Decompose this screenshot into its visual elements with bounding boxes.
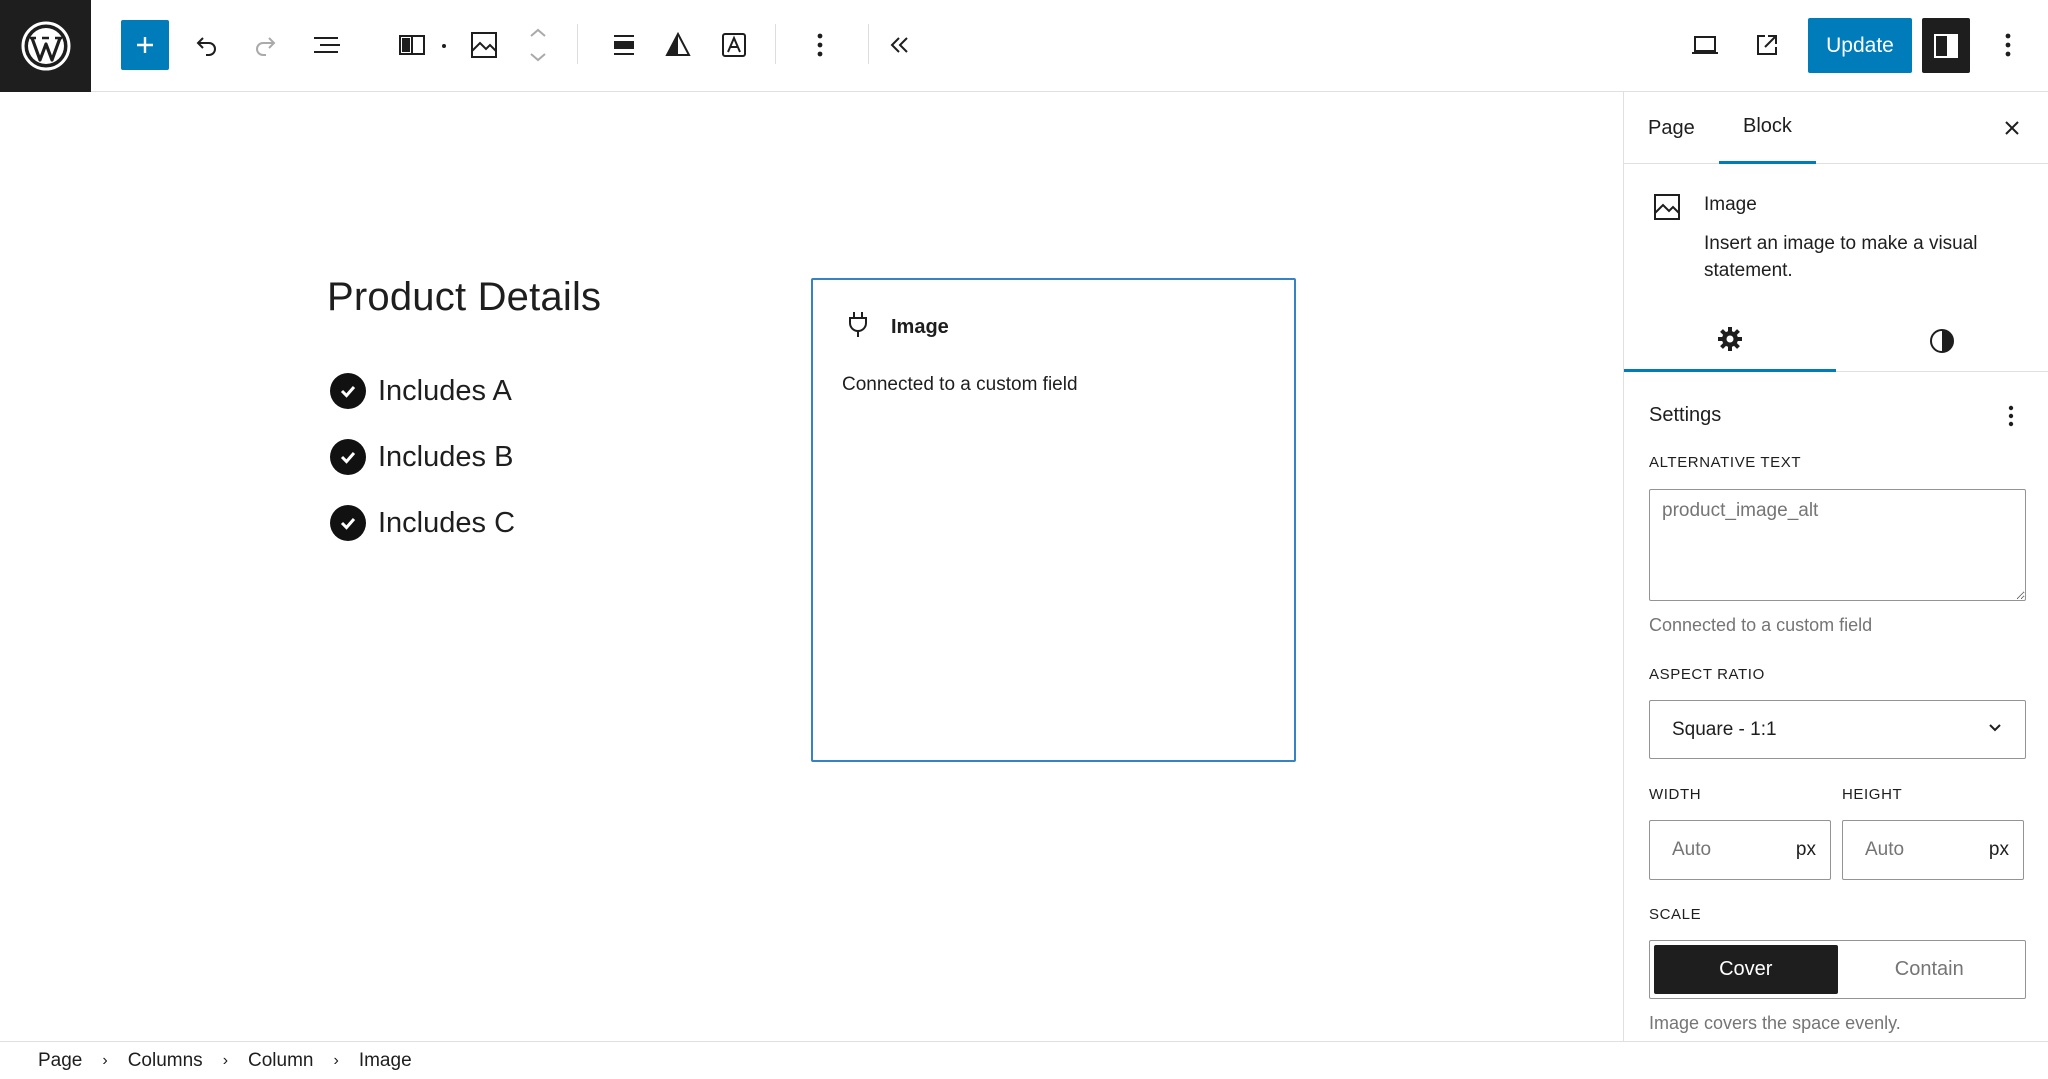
breadcrumb: Page › Columns › Column › Image	[0, 1041, 2048, 1079]
image-block-icon[interactable]	[458, 19, 510, 71]
tab-styles[interactable]	[1836, 314, 2048, 372]
settings-options-icon[interactable]	[1996, 398, 2026, 434]
height-label: HEIGHT	[1842, 786, 1903, 803]
wordpress-logo-icon[interactable]	[0, 0, 91, 92]
width-field[interactable]: Auto px	[1649, 820, 1831, 880]
contrast-icon	[1928, 327, 1956, 360]
duotone-filter-icon[interactable]	[652, 19, 704, 71]
list-item-label: Includes C	[378, 506, 516, 539]
plug-icon	[847, 310, 869, 344]
aspect-ratio-value: Square - 1:1	[1672, 718, 1777, 740]
tab-page[interactable]: Page	[1648, 92, 1695, 164]
checkmark-icon	[330, 505, 366, 541]
scale-label: SCALE	[1649, 906, 1702, 923]
breadcrumb-page[interactable]: Page	[38, 1050, 82, 1072]
image-icon	[1652, 192, 1682, 227]
heading-block[interactable]: Product Details	[327, 275, 601, 320]
view-page-external-icon[interactable]	[1741, 19, 1793, 71]
tab-block[interactable]: Block	[1719, 92, 1816, 164]
breadcrumb-image[interactable]: Image	[359, 1050, 412, 1072]
block-card-description: Insert an image to make a visual stateme…	[1704, 233, 1978, 281]
chevron-right-icon: ›	[222, 1051, 229, 1069]
list-item[interactable]: Includes C	[330, 505, 515, 541]
width-label: WIDTH	[1649, 786, 1702, 803]
options-menu-icon[interactable]	[1982, 19, 2034, 71]
document-overview-icon[interactable]	[301, 19, 353, 71]
image-block-placeholder[interactable]: Image Connected to a custom field	[811, 278, 1296, 762]
drag-dot-icon	[442, 44, 446, 48]
move-up-down-icon[interactable]	[512, 19, 564, 71]
gear-icon	[1716, 325, 1744, 358]
redo-icon[interactable]	[240, 19, 292, 71]
text-overlay-icon[interactable]	[708, 19, 760, 71]
scale-toggle-group: Cover Contain	[1649, 940, 2026, 999]
list-item-label: Includes B	[378, 440, 514, 473]
checkmark-icon	[330, 373, 366, 409]
scale-contain-option[interactable]: Contain	[1838, 945, 2022, 994]
chevron-down-icon	[1987, 719, 2003, 741]
undo-icon[interactable]	[180, 19, 232, 71]
chevron-right-icon: ›	[102, 1051, 108, 1069]
chevron-right-icon: ›	[333, 1051, 339, 1069]
image-placeholder-text: Connected to a custom field	[842, 374, 1078, 395]
sidebar-tabs: Page Block	[1624, 92, 2048, 164]
alt-text-label: ALTERNATIVE TEXT	[1649, 454, 1802, 471]
toolbar-divider	[868, 24, 869, 64]
width-placeholder: Auto	[1672, 839, 1712, 860]
block-inspector-tabs	[1624, 314, 2048, 372]
align-icon[interactable]	[598, 19, 650, 71]
image-placeholder-header: Image	[847, 310, 949, 344]
settings-sidebar: Page Block Image Insert an image to make…	[1623, 92, 2048, 1041]
scale-cover-option[interactable]: Cover	[1654, 945, 1838, 994]
height-field[interactable]: Auto px	[1842, 820, 2024, 880]
alt-text-field[interactable]	[1649, 489, 2026, 601]
settings-panel-title: Settings	[1649, 404, 1722, 426]
close-icon[interactable]	[1994, 110, 2030, 146]
top-toolbar: Update	[0, 0, 2048, 92]
aspect-ratio-select[interactable]: Square - 1:1	[1649, 700, 2026, 759]
toolbar-divider	[577, 24, 578, 64]
collapse-toolbar-icon[interactable]	[874, 19, 926, 71]
preview-device-icon[interactable]	[1679, 19, 1731, 71]
tab-settings-gear[interactable]	[1624, 314, 1836, 372]
list-item[interactable]: Includes B	[330, 439, 513, 475]
block-options-icon[interactable]	[794, 19, 846, 71]
alt-text-help: Connected to a custom field	[1649, 615, 1873, 635]
scale-help: Image covers the space evenly.	[1649, 1013, 1901, 1033]
image-placeholder-title: Image	[891, 315, 949, 338]
breadcrumb-column[interactable]: Column	[248, 1050, 313, 1072]
height-placeholder: Auto	[1865, 839, 1905, 860]
height-unit[interactable]: px	[1989, 839, 2009, 861]
column-parent-icon[interactable]	[386, 19, 438, 71]
editor-canvas: Product Details Includes A Includes B In…	[0, 92, 1623, 1041]
list-item[interactable]: Includes A	[330, 373, 512, 409]
width-unit[interactable]: px	[1796, 839, 1816, 861]
aspect-ratio-label: ASPECT RATIO	[1649, 666, 1765, 683]
add-block-button[interactable]	[121, 20, 169, 70]
block-card-title: Image	[1704, 194, 1757, 215]
update-button[interactable]: Update	[1808, 18, 1912, 73]
settings-sidebar-toggle[interactable]	[1922, 18, 1970, 73]
breadcrumb-columns[interactable]: Columns	[128, 1050, 203, 1072]
toolbar-divider	[775, 24, 776, 64]
list-item-label: Includes A	[378, 374, 512, 407]
checkmark-icon	[330, 439, 366, 475]
